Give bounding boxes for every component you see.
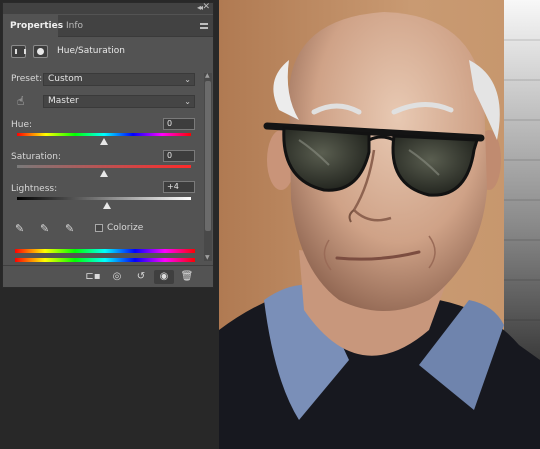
- preset-dropdown[interactable]: Custom ⌄: [43, 73, 195, 86]
- chevron-down-icon: ⌄: [184, 97, 191, 106]
- properties-panel: ◂◂ ✕ Properties Info Hue/Saturation Pres…: [2, 2, 214, 288]
- visibility-eye-icon[interactable]: ◉: [154, 270, 174, 284]
- document-photo[interactable]: [219, 0, 540, 449]
- panel-footer: ⊏▪ ◎ ↺ ◉ 🗑: [3, 265, 213, 287]
- hue-slider-thumb[interactable]: [100, 138, 108, 145]
- close-panel-icon[interactable]: ✕: [202, 2, 210, 12]
- lightness-label: Lightness:: [11, 184, 58, 194]
- adjustment-layer-icon[interactable]: [11, 45, 26, 58]
- layer-mask-icon[interactable]: [33, 45, 48, 58]
- hue-value-field[interactable]: 0: [163, 118, 195, 130]
- tab-properties[interactable]: Properties: [3, 15, 63, 37]
- panel-scrollbar[interactable]: ▲ ▼: [204, 73, 212, 261]
- scroll-down-arrow-icon[interactable]: ▼: [205, 255, 211, 261]
- chevron-down-icon: ⌄: [184, 75, 191, 84]
- lightness-slider-track[interactable]: [17, 197, 191, 200]
- adjustment-title: Hue/Saturation: [57, 46, 125, 56]
- lightness-slider-thumb[interactable]: [103, 202, 112, 209]
- panel-title-strip[interactable]: [3, 3, 213, 14]
- eyedropper-icon[interactable]: ✎: [15, 222, 29, 236]
- portrait-photo-illustration: [219, 0, 540, 449]
- input-color-spectrum: [15, 249, 195, 253]
- saturation-label: Saturation:: [11, 152, 61, 162]
- reset-icon[interactable]: ↺: [133, 270, 149, 284]
- saturation-slider-track[interactable]: [17, 165, 191, 168]
- lightness-value-field[interactable]: +4: [163, 181, 195, 193]
- channel-value: Master: [48, 96, 79, 106]
- view-previous-state-icon[interactable]: ◎: [109, 270, 125, 284]
- hue-slider-track[interactable]: [17, 133, 191, 136]
- preset-value: Custom: [48, 74, 83, 84]
- scrollbar-thumb[interactable]: [205, 81, 211, 231]
- panel-tab-bar: Properties Info: [3, 15, 213, 37]
- saturation-value-field[interactable]: 0: [163, 150, 195, 162]
- colorize-checkbox[interactable]: [95, 224, 103, 232]
- tab-info[interactable]: Info: [59, 15, 90, 37]
- scroll-up-arrow-icon[interactable]: ▲: [205, 73, 211, 79]
- panel-menu-icon[interactable]: [200, 23, 208, 29]
- trash-icon[interactable]: 🗑: [179, 270, 195, 284]
- preset-label: Preset:: [11, 74, 43, 84]
- output-color-spectrum: [15, 258, 195, 262]
- eyedropper-subtract-icon[interactable]: ✎: [65, 222, 79, 236]
- clip-to-layer-icon[interactable]: ⊏▪: [85, 270, 101, 284]
- saturation-slider-thumb[interactable]: [100, 170, 108, 177]
- collapse-panel-icon[interactable]: ◂◂: [197, 3, 203, 12]
- channel-dropdown[interactable]: Master ⌄: [43, 95, 195, 108]
- colorize-label: Colorize: [107, 223, 144, 233]
- hue-label: Hue:: [11, 120, 33, 130]
- targeted-adjustment-hand-icon[interactable]: ☝: [17, 94, 31, 108]
- eyedropper-add-icon[interactable]: ✎: [40, 222, 54, 236]
